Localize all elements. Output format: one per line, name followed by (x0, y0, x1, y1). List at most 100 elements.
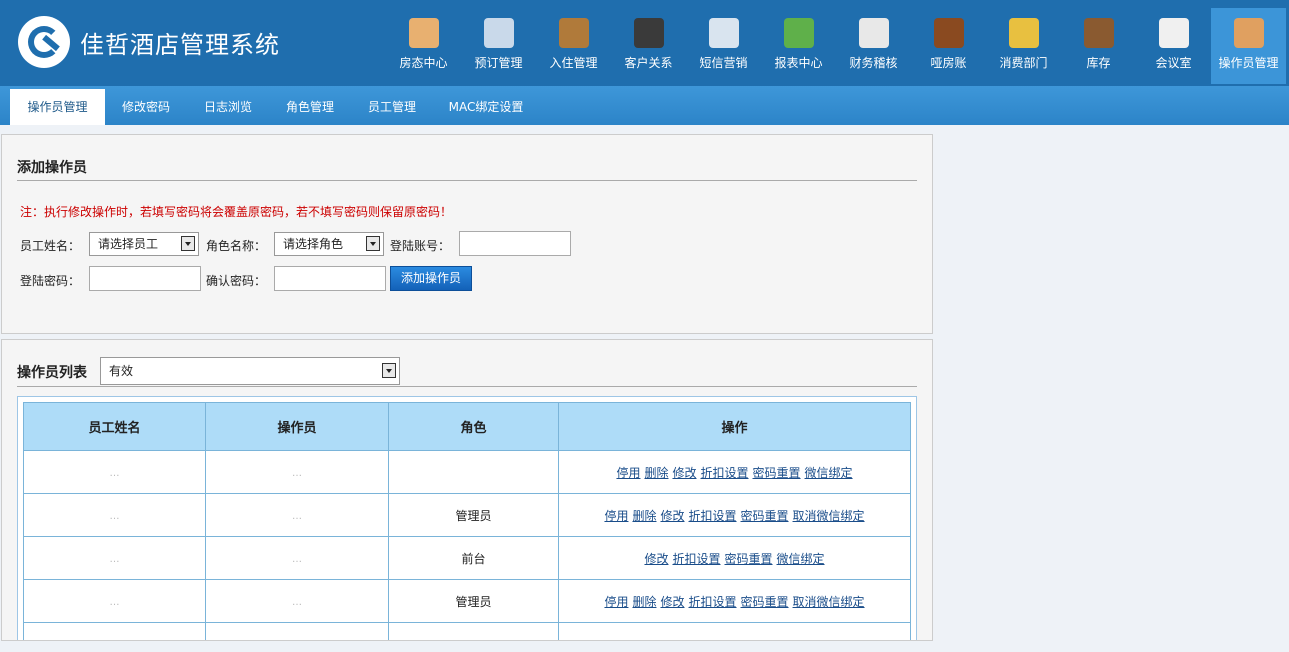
action-link[interactable]: 删除 (644, 466, 668, 480)
action-link[interactable]: 折扣设置 (672, 552, 720, 566)
nav-item-11[interactable]: 操作员管理 (1211, 8, 1286, 84)
action-link[interactable]: 密码重置 (753, 466, 801, 480)
subtab-change-password[interactable]: 修改密码 (106, 89, 186, 125)
column-header-operator: 操作员 (205, 402, 389, 451)
nav-item-9[interactable]: 库存 (1061, 8, 1136, 84)
action-link[interactable]: 微信绑定 (777, 552, 825, 566)
confirm-password-input[interactable] (274, 266, 386, 291)
nav-item-10[interactable]: 会议室 (1136, 8, 1211, 84)
subtab-mac-binding[interactable]: MAC绑定设置 (436, 89, 536, 125)
action-link[interactable]: 密码重置 (725, 552, 773, 566)
action-link[interactable]: 折扣设置 (689, 595, 737, 609)
ledger-book-icon (933, 18, 964, 48)
nav-item-0[interactable]: 房态中心 (386, 8, 461, 84)
action-link[interactable]: 停用 (616, 466, 640, 480)
nav-item-1[interactable]: 预订管理 (461, 8, 536, 84)
action-link[interactable]: 修改 (672, 466, 696, 480)
add-operator-button[interactable]: 添加操作员 (390, 266, 473, 291)
nav-item-label: 报表中心 (774, 56, 823, 70)
operator-table: 员工姓名 操作员 角色 操作 …… 停用 删除 修改 折扣设置 密码重置 微信绑定…… 管理员… (23, 402, 911, 640)
app-logo: 佳哲酒店管理系统 (18, 16, 280, 68)
nav-item-7[interactable]: 哑房账 (911, 8, 986, 84)
operator-list-panel: 操作员列表 有效 员工姓名 操作员 角色 操作 …… 停用 删除 修改 折扣设置 密码重置… (1, 339, 933, 641)
nav-item-4[interactable]: 短信营销 (686, 8, 761, 84)
warehouse-icon (1083, 18, 1114, 48)
divider (17, 386, 917, 387)
cell-operator-text: … (292, 554, 302, 565)
subtab-employee-management[interactable]: 员工管理 (352, 89, 432, 125)
cell-operator: … (205, 579, 389, 623)
role-select-value: 请选择角色 (283, 237, 344, 251)
action-link[interactable]: 取消微信绑定 (793, 595, 865, 609)
dropdown-arrow-icon (366, 236, 380, 251)
nav-item-5[interactable]: 报表中心 (761, 8, 836, 84)
table-header-row: 员工姓名 操作员 角色 操作 (23, 402, 911, 451)
action-link[interactable]: 修改 (660, 509, 684, 523)
action-link[interactable]: 停用 (604, 595, 628, 609)
table-row: … … 管理员 停用 删除 修改 折扣设置 密码重置 取消微信绑定 (23, 493, 911, 537)
cell-actions: 修改 折扣设置 密码重置 微信绑定 (558, 536, 911, 580)
cell-role-text: 前台 (461, 551, 486, 566)
cell-role: 管理员 (388, 579, 559, 623)
action-link[interactable]: 取消微信绑定 (793, 509, 865, 523)
nav-item-label: 哑房账 (930, 56, 967, 70)
sub-navigation: 操作员管理 修改密码 日志浏览 角色管理 员工管理 MAC绑定设置 (0, 86, 1289, 125)
cell-operator-text: … (292, 597, 302, 608)
nav-item-8[interactable]: 消费部门 (986, 8, 1061, 84)
action-link[interactable]: 密码重置 (741, 595, 789, 609)
action-link[interactable]: 修改 (644, 552, 668, 566)
cell-name: … (23, 450, 206, 494)
role-select[interactable]: 请选择角色 (274, 232, 384, 256)
confirm-password-label: 确认密码： (206, 274, 267, 288)
nav-item-label: 房态中心 (399, 56, 448, 70)
cell-role (388, 622, 559, 640)
top-navigation: 房态中心 预订管理 入住管理 客户关系 短信营销 报表中心 财务稽核 哑房账 消费部门 库存 会议室… (386, 8, 1286, 84)
nav-item-6[interactable]: 财务稽核 (836, 8, 911, 84)
door-key-icon (558, 18, 589, 48)
cell-operator-text: … (292, 511, 302, 522)
subtab-operator-management[interactable]: 操作员管理 (10, 89, 105, 125)
status-filter-value: 有效 (109, 364, 134, 378)
table-row: … … 管理员 停用 删除 修改 折扣设置 密码重置 取消微信绑定 (23, 579, 911, 623)
nav-item-label: 消费部门 (999, 56, 1048, 70)
employee-select[interactable]: 请选择员工 (89, 232, 199, 256)
password-input[interactable] (89, 266, 201, 291)
cell-role-text: 管理员 (455, 594, 492, 609)
cell-name-text: … (109, 554, 120, 565)
nav-item-2[interactable]: 入住管理 (536, 8, 611, 84)
action-link[interactable]: 删除 (632, 509, 656, 523)
password-label: 登陆密码： (20, 274, 81, 288)
nav-item-label: 短信营销 (699, 56, 748, 70)
subtab-log-browse[interactable]: 日志浏览 (188, 89, 268, 125)
action-link[interactable]: 微信绑定 (805, 466, 853, 480)
action-link[interactable]: 折扣设置 (689, 509, 737, 523)
cell-role-text: 管理员 (455, 508, 492, 523)
subtab-role-management[interactable]: 角色管理 (270, 89, 350, 125)
account-label: 登陆账号： (390, 239, 451, 253)
notepad-pencil-icon (483, 18, 514, 48)
top-header: 佳哲酒店管理系统 房态中心 预订管理 入住管理 客户关系 短信营销 报表中心 财务稽核 哑房账… (0, 0, 1289, 86)
nav-item-label: 预订管理 (474, 56, 523, 70)
cell-actions (558, 622, 911, 640)
column-header-actions: 操作 (558, 402, 911, 451)
account-input[interactable] (459, 231, 571, 256)
cell-role (388, 450, 559, 494)
action-link[interactable]: 停用 (604, 509, 628, 523)
cell-name-text: … (109, 511, 120, 522)
envelope-icon (708, 18, 739, 48)
status-filter-select[interactable]: 有效 (100, 357, 400, 385)
nav-item-label: 库存 (1086, 56, 1111, 70)
action-link[interactable]: 折扣设置 (701, 466, 749, 480)
logo-icon (18, 16, 70, 68)
cell-operator (205, 622, 389, 640)
meeting-sign-icon (1158, 18, 1189, 48)
nav-item-3[interactable]: 客户关系 (611, 8, 686, 84)
people-icon (633, 18, 664, 48)
action-link[interactable]: 密码重置 (741, 509, 789, 523)
employee-select-value: 请选择员工 (98, 237, 159, 251)
action-link[interactable]: 删除 (632, 595, 656, 609)
cell-actions: 停用 删除 修改 折扣设置 密码重置 取消微信绑定 (558, 493, 911, 537)
action-link[interactable]: 修改 (660, 595, 684, 609)
password-note: 注：执行修改操作时，若填写密码将会覆盖原密码，若不填写密码则保留原密码！ (20, 205, 453, 219)
column-header-role: 角色 (388, 402, 559, 451)
